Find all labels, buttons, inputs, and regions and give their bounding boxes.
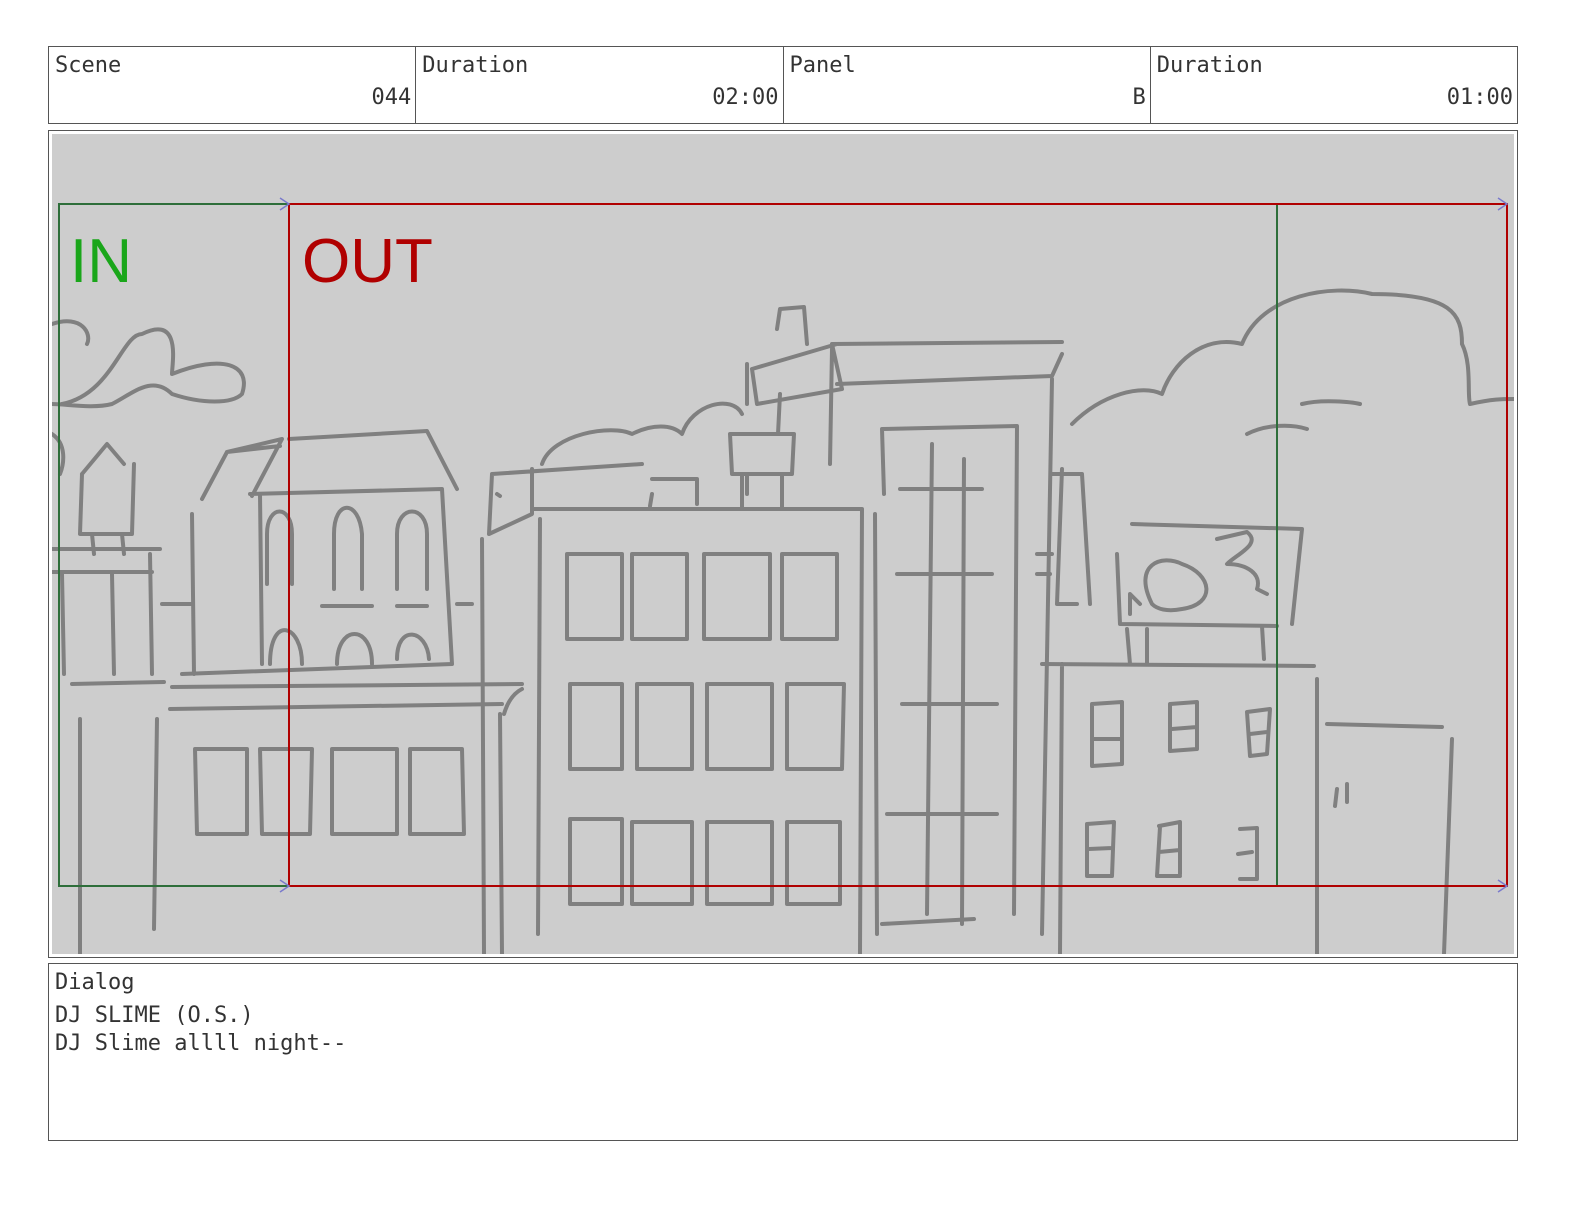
panel-label: Panel xyxy=(789,53,856,78)
panel-duration-cell: Duration 01:00 xyxy=(1151,47,1517,123)
duration-cell: Duration 02:00 xyxy=(416,47,784,123)
frame-background xyxy=(52,134,1514,954)
panel-value: B xyxy=(1132,85,1146,110)
panel-duration-value: 01:00 xyxy=(1446,85,1513,110)
scene-cell: Scene 044 xyxy=(49,47,417,123)
out-label: OUT xyxy=(302,227,433,296)
in-label: IN xyxy=(70,227,132,296)
dialog-lines: DJ SLIME (O.S.) DJ Slime allll night-- xyxy=(55,1002,346,1058)
panel-cell: Panel B xyxy=(784,47,1151,123)
panel-header: Scene 044 Duration 02:00 Panel B Duratio… xyxy=(48,46,1518,124)
dialog-line-character: DJ SLIME (O.S.) xyxy=(55,1003,254,1028)
dialog-box: Dialog DJ SLIME (O.S.) DJ Slime allll ni… xyxy=(48,963,1518,1141)
scene-label: Scene xyxy=(55,53,122,78)
duration-value: 02:00 xyxy=(712,85,779,110)
scene-value: 044 xyxy=(371,85,412,110)
duration-label: Duration xyxy=(422,53,529,78)
storyboard-frame: IN OUT xyxy=(48,130,1518,958)
dialog-line-text: DJ Slime allll night-- xyxy=(55,1031,347,1056)
storyboard-sketch: IN OUT xyxy=(52,134,1514,954)
panel-duration-label: Duration xyxy=(1156,53,1263,78)
dialog-label: Dialog xyxy=(55,970,135,995)
